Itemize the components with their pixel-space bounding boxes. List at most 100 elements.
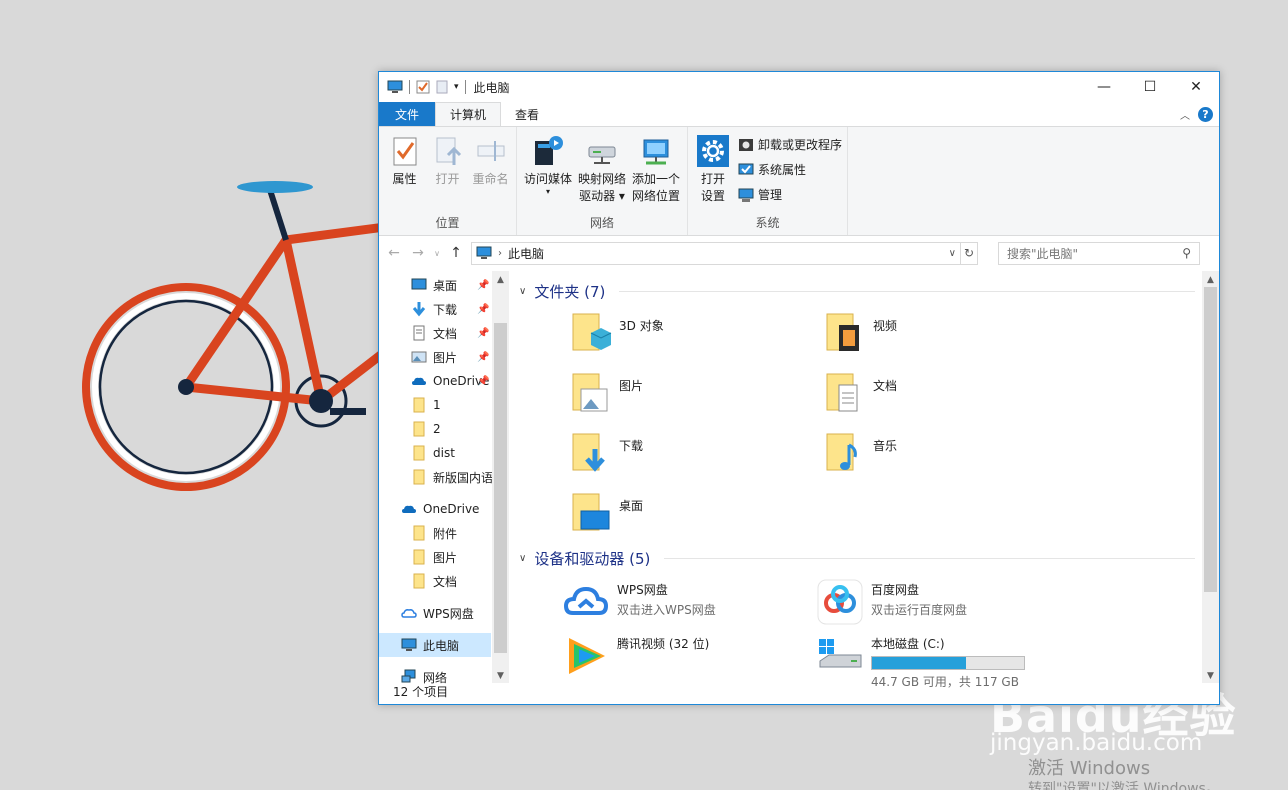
nav-scroll-thumb[interactable]	[494, 323, 507, 653]
folder-videos[interactable]: 视频	[823, 311, 1063, 355]
device-description: 双击进入WPS网盘	[617, 603, 716, 617]
maximize-button[interactable]: ☐	[1127, 72, 1173, 102]
breadcrumb-separator-icon[interactable]: ›	[498, 248, 502, 259]
nav-item-downloads[interactable]: 下载 📌	[379, 297, 509, 321]
rename-button[interactable]: 重命名	[469, 131, 512, 213]
properties-button[interactable]: 属性	[383, 131, 426, 213]
close-button[interactable]: ✕	[1173, 72, 1219, 102]
nav-item-folder-new[interactable]: 新版国内语	[379, 465, 509, 489]
open-button[interactable]: 打开	[426, 131, 469, 213]
nav-item-pictures[interactable]: 图片 📌	[379, 345, 509, 369]
scroll-down-icon[interactable]: ▼	[1202, 671, 1219, 681]
nav-item-od-pictures[interactable]: 图片	[379, 545, 509, 569]
collapse-chevron-icon[interactable]: ∨	[519, 553, 526, 564]
folders-header-label: 文件夹 (7)	[534, 283, 606, 301]
customize-quick-access-icon[interactable]: ▾	[454, 82, 459, 92]
breadcrumb[interactable]: 此电脑	[508, 245, 544, 262]
device-wps-cloud[interactable]: WPS网盘 双击进入WPS网盘	[563, 579, 803, 625]
section-divider	[664, 558, 1195, 559]
content-scroll-thumb[interactable]	[1204, 287, 1217, 592]
device-name: 本地磁盘 (C:)	[871, 637, 945, 651]
add-network-location-button[interactable]: 添加一个 网络位置	[629, 131, 683, 213]
nav-item-wps[interactable]: WPS网盘	[379, 601, 509, 625]
desktop-folder-icon	[572, 493, 610, 531]
device-name: 百度网盘	[871, 583, 920, 597]
baidu-netdisk-icon	[817, 579, 863, 625]
folder-icon	[413, 549, 425, 565]
nav-item-folder-2[interactable]: 2	[379, 417, 509, 441]
open-settings-button[interactable]: 打开 设置	[692, 131, 734, 213]
scroll-down-icon[interactable]: ▼	[492, 671, 509, 681]
help-icon[interactable]: ?	[1198, 106, 1213, 122]
folder-label: 音乐	[873, 439, 898, 453]
open-settings-label-1: 打开	[700, 172, 725, 186]
settings-gear-icon	[697, 135, 729, 167]
section-divider	[619, 291, 1195, 292]
uninstall-program-button[interactable]: 卸载或更改程序	[738, 135, 842, 154]
up-button[interactable]: ↑	[447, 245, 465, 261]
folder-downloads[interactable]: 下载	[569, 431, 809, 475]
minimize-button[interactable]: —	[1081, 72, 1127, 102]
device-baidu-netdisk[interactable]: 百度网盘 双击运行百度网盘	[817, 579, 1057, 625]
scroll-up-icon[interactable]: ▲	[1202, 275, 1219, 285]
disk-usage-bar	[871, 656, 1025, 670]
system-properties-button[interactable]: 系统属性	[738, 160, 842, 179]
folder-label: 下载	[619, 439, 644, 453]
activate-windows-hint: 转到"设置"以激活 Windows。	[1028, 781, 1220, 790]
nav-item-folder-1[interactable]: 1	[379, 393, 509, 417]
nav-item-documents[interactable]: 文档 📌	[379, 321, 509, 345]
folder-desktop[interactable]: 桌面	[569, 491, 809, 535]
folders-section-header[interactable]: ∨ 文件夹 (7)	[519, 281, 1195, 302]
onedrive-icon	[402, 505, 416, 513]
folder-music[interactable]: 音乐	[823, 431, 1063, 475]
tab-computer[interactable]: 计算机	[435, 102, 502, 126]
manage-button[interactable]: 管理	[738, 185, 842, 204]
nav-spacer	[379, 657, 509, 665]
nav-item-onedrive[interactable]: OneDrive	[379, 497, 509, 521]
nav-item-attachments[interactable]: 附件	[379, 521, 509, 545]
folder-icon	[413, 397, 425, 413]
search-input[interactable]: 搜索"此电脑" ⚲	[998, 241, 1200, 265]
new-folder-quick-icon[interactable]	[436, 80, 448, 94]
pin-icon[interactable]: 📌	[477, 304, 489, 315]
properties-quick-icon[interactable]	[416, 80, 430, 94]
nav-item-folder-dist[interactable]: dist	[379, 441, 509, 465]
title-bar: ▾ 此电脑 — ☐ ✕	[379, 72, 1219, 102]
devices-section-header[interactable]: ∨ 设备和驱动器 (5)	[519, 548, 1195, 569]
navigation-pane: 桌面 📌 下载 📌 文档 📌 图片 📌 OneDrive 📌 1 2 dist …	[379, 271, 509, 704]
access-media-button[interactable]: 访问媒体 ▾	[521, 131, 575, 213]
nav-item-this-pc[interactable]: 此电脑	[379, 633, 491, 657]
back-button[interactable]: ←	[385, 245, 403, 261]
ribbon: 属性 打开 重命名 位置 访问媒体 ▾ 映射网络 驱动器 ▾ 添加一个 网络位置…	[379, 126, 1219, 236]
tab-view[interactable]: 查看	[501, 102, 553, 126]
chevron-down-icon: ▾	[545, 187, 550, 196]
recent-locations-button[interactable]: ∨	[433, 249, 441, 258]
map-network-drive-button[interactable]: 映射网络 驱动器 ▾	[575, 131, 629, 213]
pin-icon[interactable]: 📌	[477, 280, 489, 291]
device-local-disk-c[interactable]: 本地磁盘 (C:) 44.7 GB 可用，共 117 GB	[817, 633, 1057, 690]
nav-scrollbar[interactable]: ▲ ▼	[492, 271, 509, 683]
address-dropdown-icon[interactable]: ∨	[949, 248, 956, 259]
folder-documents[interactable]: 文档	[823, 371, 1063, 415]
address-bar[interactable]: › 此电脑 ∨	[471, 241, 961, 265]
collapse-chevron-icon[interactable]: ∨	[519, 286, 526, 297]
pin-icon[interactable]: 📌	[477, 352, 489, 363]
pin-icon[interactable]: 📌	[477, 376, 489, 387]
nav-label: 附件	[433, 526, 458, 541]
nav-label: 图片	[433, 550, 458, 565]
disk-usage-fill	[872, 657, 967, 669]
minimize-ribbon-icon[interactable]: ︿	[1180, 107, 1190, 122]
open-settings-label-2: 设置	[700, 189, 725, 203]
folder-3d-objects[interactable]: 3D 对象	[569, 311, 809, 355]
device-tencent-video[interactable]: 腾讯视频 (32 位)	[563, 633, 803, 679]
tab-file[interactable]: 文件	[379, 102, 436, 126]
nav-item-od-documents[interactable]: 文档	[379, 569, 509, 593]
content-scrollbar[interactable]: ▲ ▼	[1202, 271, 1219, 683]
refresh-button[interactable]: ↻	[960, 241, 978, 265]
forward-button[interactable]: →	[409, 245, 427, 261]
folder-pictures[interactable]: 图片	[569, 371, 809, 415]
nav-item-desktop[interactable]: 桌面 📌	[379, 273, 509, 297]
scroll-up-icon[interactable]: ▲	[492, 275, 509, 285]
nav-item-onedrive-quick[interactable]: OneDrive 📌	[379, 369, 509, 393]
pin-icon[interactable]: 📌	[477, 328, 489, 339]
